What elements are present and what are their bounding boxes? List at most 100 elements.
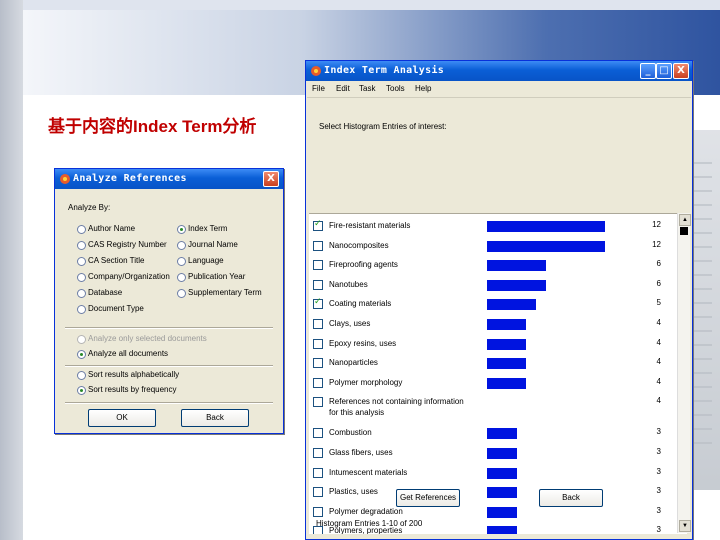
analyze-option-label: Document Type [88, 304, 144, 313]
index-term-analysis-window: Index Term Analysis _ □ X File Edit Task… [305, 60, 693, 540]
entry-count: 3 [656, 466, 661, 476]
entry-checkbox[interactable] [313, 467, 323, 478]
entry-label: Epoxy resins, uses [329, 338, 397, 348]
status-text: Histogram Entries 1-10 of 200 [316, 519, 423, 528]
entry-label: Nanotubes [329, 279, 368, 289]
scroll-down-icon[interactable]: ▼ [679, 520, 691, 532]
analyze-option-radio[interactable] [177, 225, 186, 234]
entry-count: 4 [656, 357, 661, 367]
entry-count: 3 [656, 447, 661, 456]
entry-count: 4 [656, 396, 661, 406]
entry-checkbox[interactable] [313, 219, 323, 231]
histogram-list: Fire-resistant materials 12 Nanocomposites… [309, 213, 687, 534]
scroll-thumb[interactable] [680, 227, 688, 235]
sort-radio[interactable] [77, 371, 86, 380]
select-entries-prompt: Select Histogram Entries of interest: [319, 122, 447, 131]
entry-checkbox[interactable] [313, 428, 323, 439]
entry-bar [487, 377, 526, 389]
menu-tools[interactable]: Tools [386, 84, 405, 93]
scope-radio[interactable] [77, 350, 86, 359]
entry-count: 4 [656, 376, 661, 386]
entry-bar [487, 221, 605, 232]
entry-checkbox[interactable] [313, 358, 323, 369]
entry-label: Fire-resistant materials [329, 221, 411, 230]
entry-count: 4 [656, 337, 661, 347]
analyze-option-radio[interactable] [177, 289, 186, 298]
entry-bar [487, 526, 517, 534]
analyze-option-label: Journal Name [188, 240, 238, 249]
close-icon[interactable]: X [263, 171, 279, 187]
entry-checkbox[interactable] [313, 240, 323, 251]
analyze-references-window: Analyze References X Analyze By: Author … [54, 168, 284, 434]
analyze-window-title: Analyze References [73, 173, 187, 184]
entry-bar [487, 299, 536, 311]
maximize-icon[interactable]: □ [656, 63, 672, 79]
analyze-option-radio[interactable] [77, 225, 86, 234]
entry-label: Nanocomposites [329, 240, 389, 250]
entry-checkbox[interactable] [313, 397, 323, 408]
entry-bar [487, 487, 517, 499]
back-button[interactable]: Back [539, 489, 603, 507]
scroll-up-icon[interactable]: ▲ [679, 214, 691, 226]
entry-bar [487, 506, 517, 518]
menu-edit[interactable]: Edit [336, 84, 350, 93]
menu-file[interactable]: File [312, 84, 325, 93]
entry-checkbox[interactable] [313, 279, 323, 290]
ok-button[interactable]: OK [88, 409, 156, 427]
sort-radio[interactable] [77, 386, 86, 395]
back-button[interactable]: Back [181, 409, 249, 427]
analyze-option-label: CAS Registry Number [88, 240, 167, 249]
menu-help[interactable]: Help [415, 84, 431, 93]
entry-count: 3 [656, 525, 661, 534]
analyze-option-radio[interactable] [77, 289, 86, 298]
entry-label: Fireproofing agents [329, 260, 398, 270]
entry-label: Plastics, uses [329, 487, 378, 497]
analyze-option-label: Index Term [188, 224, 228, 233]
entry-checkbox[interactable] [313, 487, 323, 498]
analyze-option-label: Company/Organization [88, 272, 170, 281]
index-titlebar[interactable]: Index Term Analysis _ □ X [306, 61, 692, 81]
minimize-icon[interactable]: _ [640, 63, 656, 79]
slide-title: 基于内容的Index Term分析 [48, 117, 257, 136]
entry-count: 12 [652, 239, 661, 249]
app-icon [60, 174, 70, 184]
analyze-option-radio[interactable] [177, 241, 186, 250]
entry-count: 6 [656, 278, 661, 288]
entry-checkbox[interactable] [313, 319, 323, 329]
entry-count: 3 [656, 486, 661, 496]
analyze-option-label: Publication Year [188, 272, 246, 281]
left-accent-bar [0, 0, 23, 540]
entry-checkbox[interactable] [313, 338, 323, 349]
analyze-option-radio[interactable] [77, 273, 86, 282]
analyze-by-label: Analyze By: [68, 203, 111, 212]
scope-label: Analyze only selected documents [88, 334, 207, 343]
entry-bar [487, 279, 546, 291]
analyze-option-radio[interactable] [177, 273, 186, 282]
entry-count: 3 [656, 427, 661, 437]
entry-checkbox[interactable] [313, 377, 323, 388]
entry-bar [487, 448, 517, 459]
entry-bar [487, 319, 526, 330]
analyze-option-radio[interactable] [177, 257, 186, 266]
analyze-option-label: Author Name [88, 224, 136, 233]
entry-label: Clays, uses [329, 319, 371, 328]
entry-checkbox[interactable] [313, 506, 323, 517]
analyze-titlebar[interactable]: Analyze References X [55, 169, 283, 189]
menu-task[interactable]: Task [359, 84, 375, 93]
sort-label: Sort results by frequency [88, 385, 177, 394]
analyze-option-radio[interactable] [77, 305, 86, 314]
entry-checkbox[interactable] [313, 297, 323, 310]
scope-radio[interactable] [77, 335, 86, 344]
analyze-option-radio[interactable] [77, 257, 86, 266]
entry-count: 6 [656, 259, 661, 269]
entry-label: Coating materials [329, 299, 392, 309]
close-icon[interactable]: X [673, 63, 689, 79]
analyze-option-radio[interactable] [77, 241, 86, 250]
entry-checkbox[interactable] [313, 448, 323, 458]
entry-checkbox[interactable] [313, 260, 323, 271]
header-strip [23, 0, 720, 10]
divider [65, 327, 273, 329]
get-references-button[interactable]: Get References [396, 489, 460, 507]
vertical-scrollbar[interactable]: ▲ ▼ [677, 213, 691, 533]
sort-label: Sort results alphabetically [88, 370, 180, 379]
